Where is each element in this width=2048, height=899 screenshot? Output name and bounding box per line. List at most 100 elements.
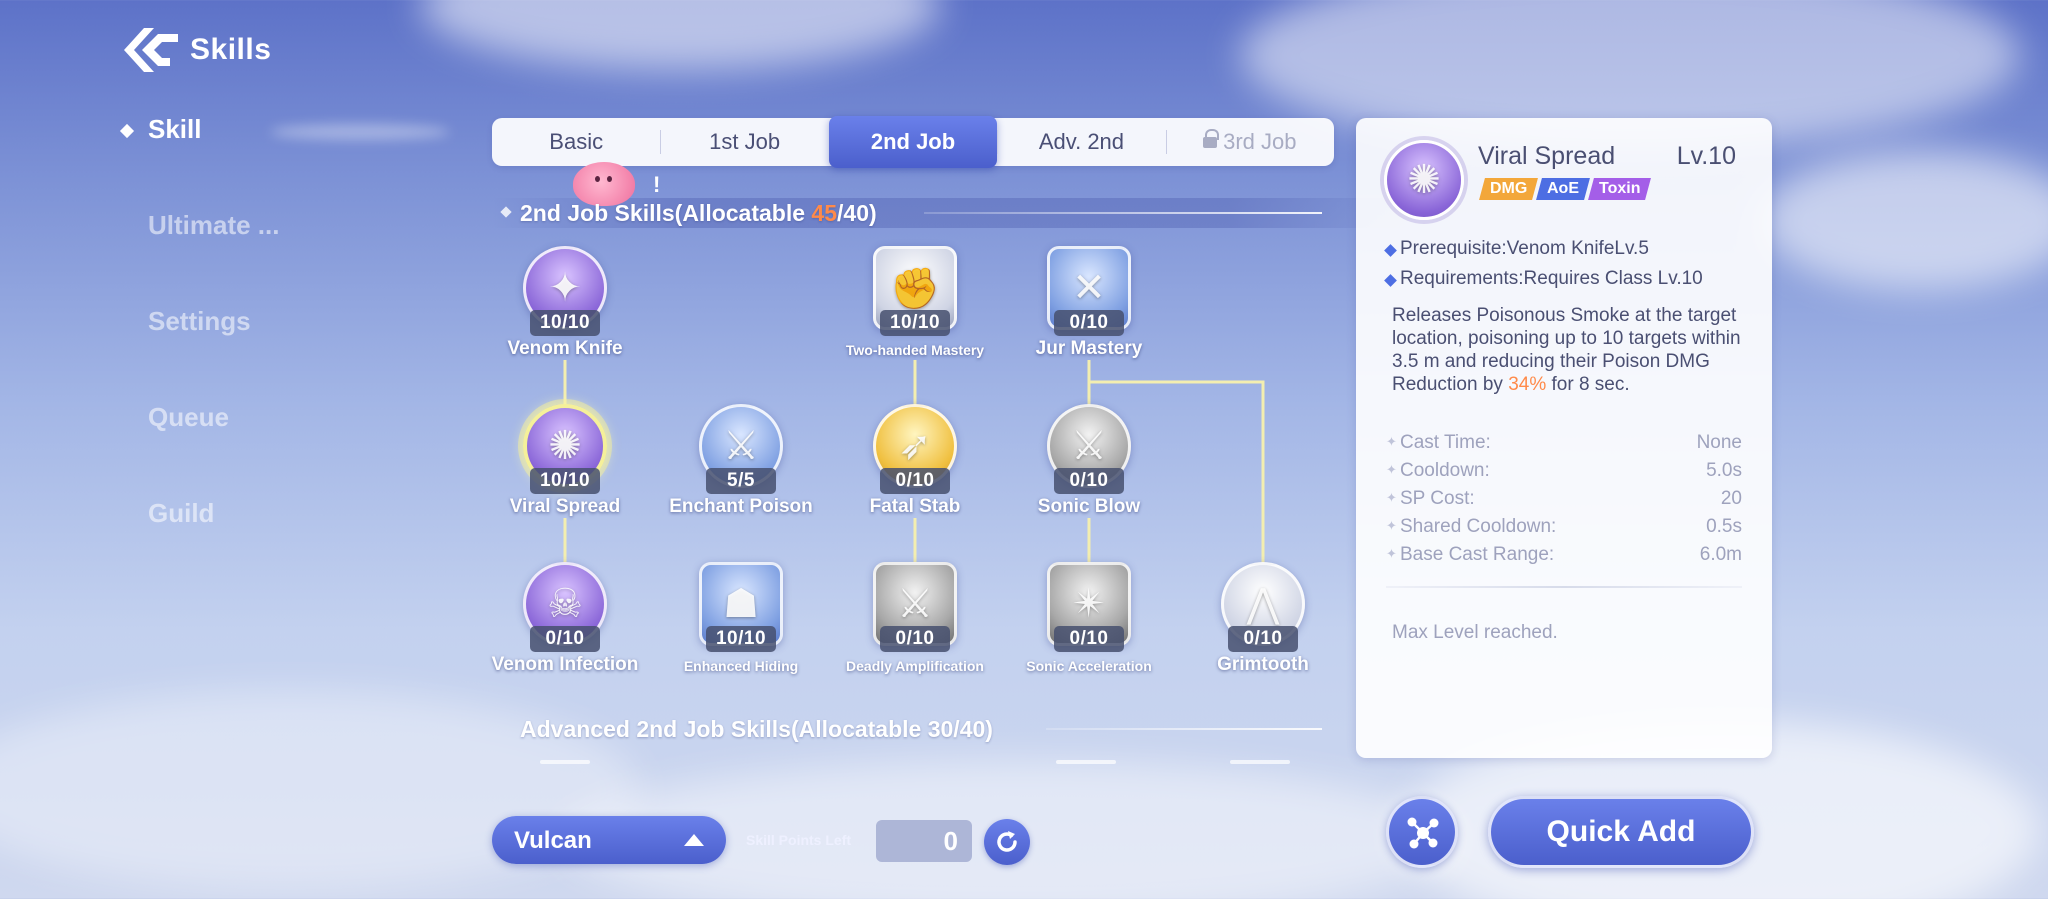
stat-value: 0.5s (1706, 516, 1742, 537)
section-title-suffix: /40) (837, 200, 877, 226)
section-title-2nd-job: 2nd Job Skills(Allocatable 45/40) (520, 200, 877, 227)
nav-active-marker (119, 123, 135, 139)
stat-value: None (1696, 432, 1742, 453)
skill-level: 10/10 (530, 310, 600, 336)
stat-key: SP Cost: (1400, 488, 1475, 509)
detail-prerequisite: Prerequisite:Venom KnifeLv.5 (1400, 238, 1649, 259)
game-logo-icon (124, 28, 178, 72)
skill-name: Sonic Acceleration (1026, 658, 1152, 674)
tag-aoe: AoE (1536, 178, 1591, 200)
star-icon: ✦ (1386, 434, 1397, 449)
description-highlight: 34% (1508, 374, 1547, 395)
max-level-notice: Max Level reached. (1392, 622, 1558, 643)
section-divider (1046, 728, 1322, 730)
skill-detail-panel: ✺ Viral Spread Lv.10 DMG AoE Toxin Prere… (1356, 118, 1772, 758)
detail-skill-level: Lv.10 (1676, 142, 1736, 170)
star-icon: ✦ (1386, 518, 1397, 533)
nav-item-settings[interactable]: Settings (148, 306, 251, 337)
skill-level: 0/10 (1054, 310, 1124, 336)
skill-name: Venom Infection (491, 654, 639, 675)
job-tabs: Basic 1st Job 2nd Job Adv. 2nd 3rd Job (492, 116, 1334, 168)
tag-toxin-label: Toxin (1599, 180, 1641, 197)
reset-button[interactable] (984, 819, 1030, 865)
skill-points-label: Skill Points Left (746, 832, 852, 848)
nav-item-skill[interactable]: Skill (148, 114, 201, 145)
share-nodes-icon (1407, 817, 1439, 849)
skill-name: Jur Mastery (1035, 338, 1143, 359)
notice-mark: ! (653, 172, 661, 197)
skill-name: Fatal Stab (869, 496, 961, 517)
lock-icon (1203, 129, 1220, 149)
section-divider (924, 212, 1322, 214)
detail-skill-name: Viral Spread (1478, 142, 1616, 170)
skill-level: 10/10 (530, 468, 600, 494)
star-icon: ✦ (1386, 462, 1397, 477)
tag-dmg: DMG (1479, 178, 1539, 200)
stat-key: Shared Cooldown: (1400, 516, 1557, 537)
tab-2nd-job[interactable]: 2nd Job (828, 116, 998, 168)
stat-key: Base Cast Range: (1400, 544, 1555, 565)
tab-1st-job-label: 1st Job (709, 129, 781, 154)
class-select-value: Vulcan (514, 827, 592, 854)
tab-adv-2nd-label: Adv. 2nd (1038, 129, 1125, 154)
class-select-dropdown[interactable]: Vulcan (492, 816, 726, 864)
skill-name: Viral Spread (509, 496, 621, 517)
skill-level: 5/5 (706, 468, 776, 494)
stat-key: Cast Time: (1400, 432, 1491, 453)
star-icon: ✦ (1386, 546, 1397, 561)
tab-3rd-job-label: 3rd Job (1223, 129, 1297, 154)
share-build-button[interactable] (1386, 796, 1458, 868)
quick-add-button[interactable]: Quick Add (1488, 796, 1754, 868)
tab-3rd-job[interactable]: 3rd Job (1165, 118, 1334, 166)
skill-level: 0/10 (1054, 626, 1124, 652)
skill-points-value: 0 (876, 820, 972, 862)
skill-level: 0/10 (880, 626, 950, 652)
advanced-skill-row-partial (540, 760, 1360, 770)
stat-value: 5.0s (1706, 460, 1742, 481)
skill-name: Deadly Amplification (846, 658, 984, 674)
skill-name: Grimtooth (1217, 654, 1309, 675)
detail-tags: DMG AoE Toxin (1479, 178, 1652, 200)
nav-item-queue[interactable]: Queue (148, 402, 229, 433)
skill-level: 10/10 (706, 626, 776, 652)
nav-active-glow (270, 124, 450, 140)
refresh-icon (997, 831, 1017, 852)
section-title-prefix: 2nd Job Skills(Allocatable (520, 200, 812, 226)
skill-level: 0/10 (530, 626, 600, 652)
panel-divider (1386, 586, 1742, 588)
skill-level: 10/10 (880, 310, 950, 336)
skill-name: Venom Knife (507, 338, 623, 359)
skill-level: 0/10 (1054, 468, 1124, 494)
skill-name: Enhanced Hiding (683, 658, 799, 674)
viral-spread-icon: ✺ (1384, 140, 1464, 220)
caret-up-icon (684, 834, 704, 846)
detail-description: Releases Poisonous Smoke at the target l… (1392, 304, 1748, 396)
stat-key: Cooldown: (1400, 460, 1490, 481)
skill-level: 0/10 (880, 468, 950, 494)
detail-requirements: Requirements:Requires Class Lv.10 (1400, 268, 1703, 289)
stat-value: 6.0m (1699, 544, 1742, 565)
star-icon: ✦ (1386, 490, 1397, 505)
section-allocated-count: 45 (811, 200, 838, 226)
bullet-icon (1384, 244, 1397, 257)
tag-aoe-label: AoE (1547, 180, 1580, 197)
bullet-icon (1384, 274, 1397, 287)
skill-level: 0/10 (1228, 626, 1298, 652)
tag-dmg-label: DMG (1490, 180, 1528, 197)
tab-basic-label: Basic (549, 129, 604, 154)
skill-name: Two-handed Mastery (845, 342, 985, 358)
tag-toxin: Toxin (1588, 178, 1652, 200)
tab-2nd-job-label: 2nd Job (870, 129, 956, 154)
tab-1st-job[interactable]: 1st Job (660, 118, 828, 166)
skill-name: Enchant Poison (669, 496, 813, 517)
nav-item-ultimate[interactable]: Ultimate ... (148, 210, 279, 241)
tab-adv-2nd[interactable]: Adv. 2nd (997, 118, 1165, 166)
section-title-advanced-2nd-job: Advanced 2nd Job Skills(Allocatable 30/4… (520, 716, 993, 742)
skill-name: Sonic Blow (1037, 496, 1141, 517)
description-text-end: for 8 sec. (1546, 374, 1630, 395)
header: Skills (120, 22, 271, 78)
page-title: Skills (190, 33, 272, 66)
nav-item-guild[interactable]: Guild (148, 498, 214, 529)
tab-basic[interactable]: Basic (492, 118, 660, 166)
stat-value: 20 (1720, 488, 1742, 509)
